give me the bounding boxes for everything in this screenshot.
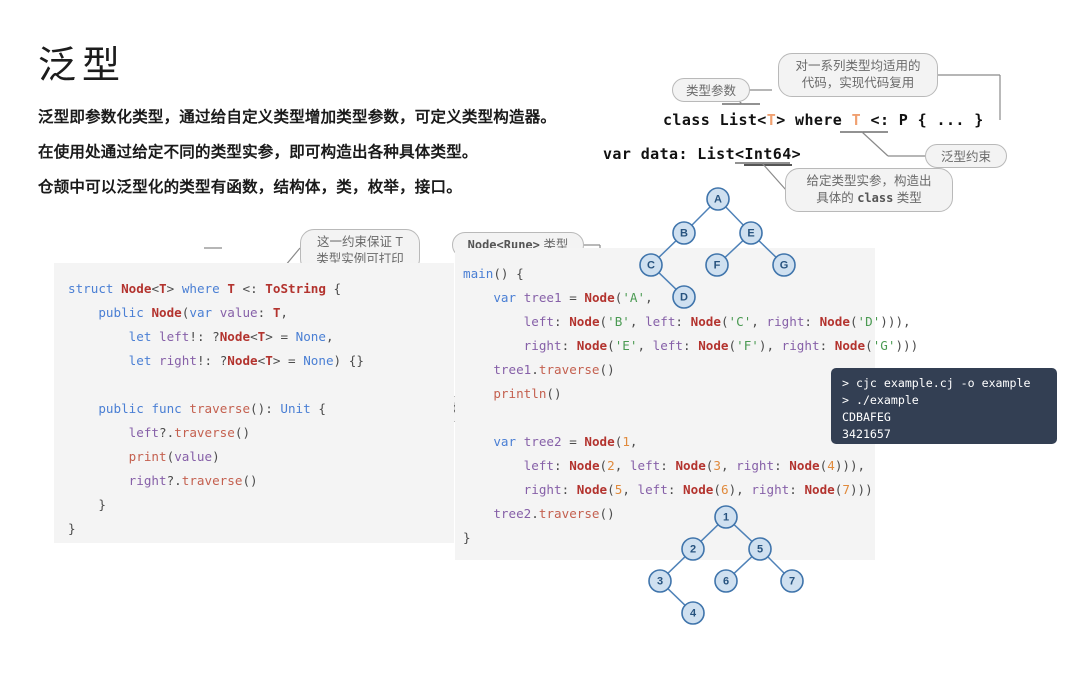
tree-node: E bbox=[739, 221, 763, 245]
tree-node: 2 bbox=[681, 537, 705, 561]
tree-node: G bbox=[772, 253, 796, 277]
binary-tree-letters: A B E C D F G 1 2 5 3 4 6 7 bbox=[639, 187, 804, 625]
svg-text:1: 1 bbox=[723, 512, 729, 524]
svg-text:5: 5 bbox=[757, 544, 763, 556]
svg-text:D: D bbox=[680, 292, 688, 304]
tree-node: 3 bbox=[648, 569, 672, 593]
tree-node: C bbox=[639, 253, 663, 277]
tree-node: 1 bbox=[714, 505, 738, 529]
tree-node: 6 bbox=[714, 569, 738, 593]
tree-node: B bbox=[672, 221, 696, 245]
svg-text:B: B bbox=[680, 228, 688, 240]
tree-node: F bbox=[705, 253, 729, 277]
svg-text:C: C bbox=[647, 260, 655, 272]
tree-node: A bbox=[706, 187, 730, 211]
tree-node: 7 bbox=[780, 569, 804, 593]
svg-text:E: E bbox=[747, 228, 754, 240]
svg-text:A: A bbox=[714, 194, 722, 206]
svg-text:4: 4 bbox=[690, 608, 697, 620]
svg-text:3: 3 bbox=[657, 576, 663, 588]
svg-text:6: 6 bbox=[723, 576, 729, 588]
tree-node: D bbox=[672, 285, 696, 309]
svg-text:2: 2 bbox=[690, 544, 696, 556]
tree-node: 4 bbox=[681, 601, 705, 625]
svg-text:7: 7 bbox=[789, 576, 795, 588]
svg-text:F: F bbox=[714, 260, 721, 272]
tree-node: 5 bbox=[748, 537, 772, 561]
svg-text:G: G bbox=[780, 260, 789, 272]
